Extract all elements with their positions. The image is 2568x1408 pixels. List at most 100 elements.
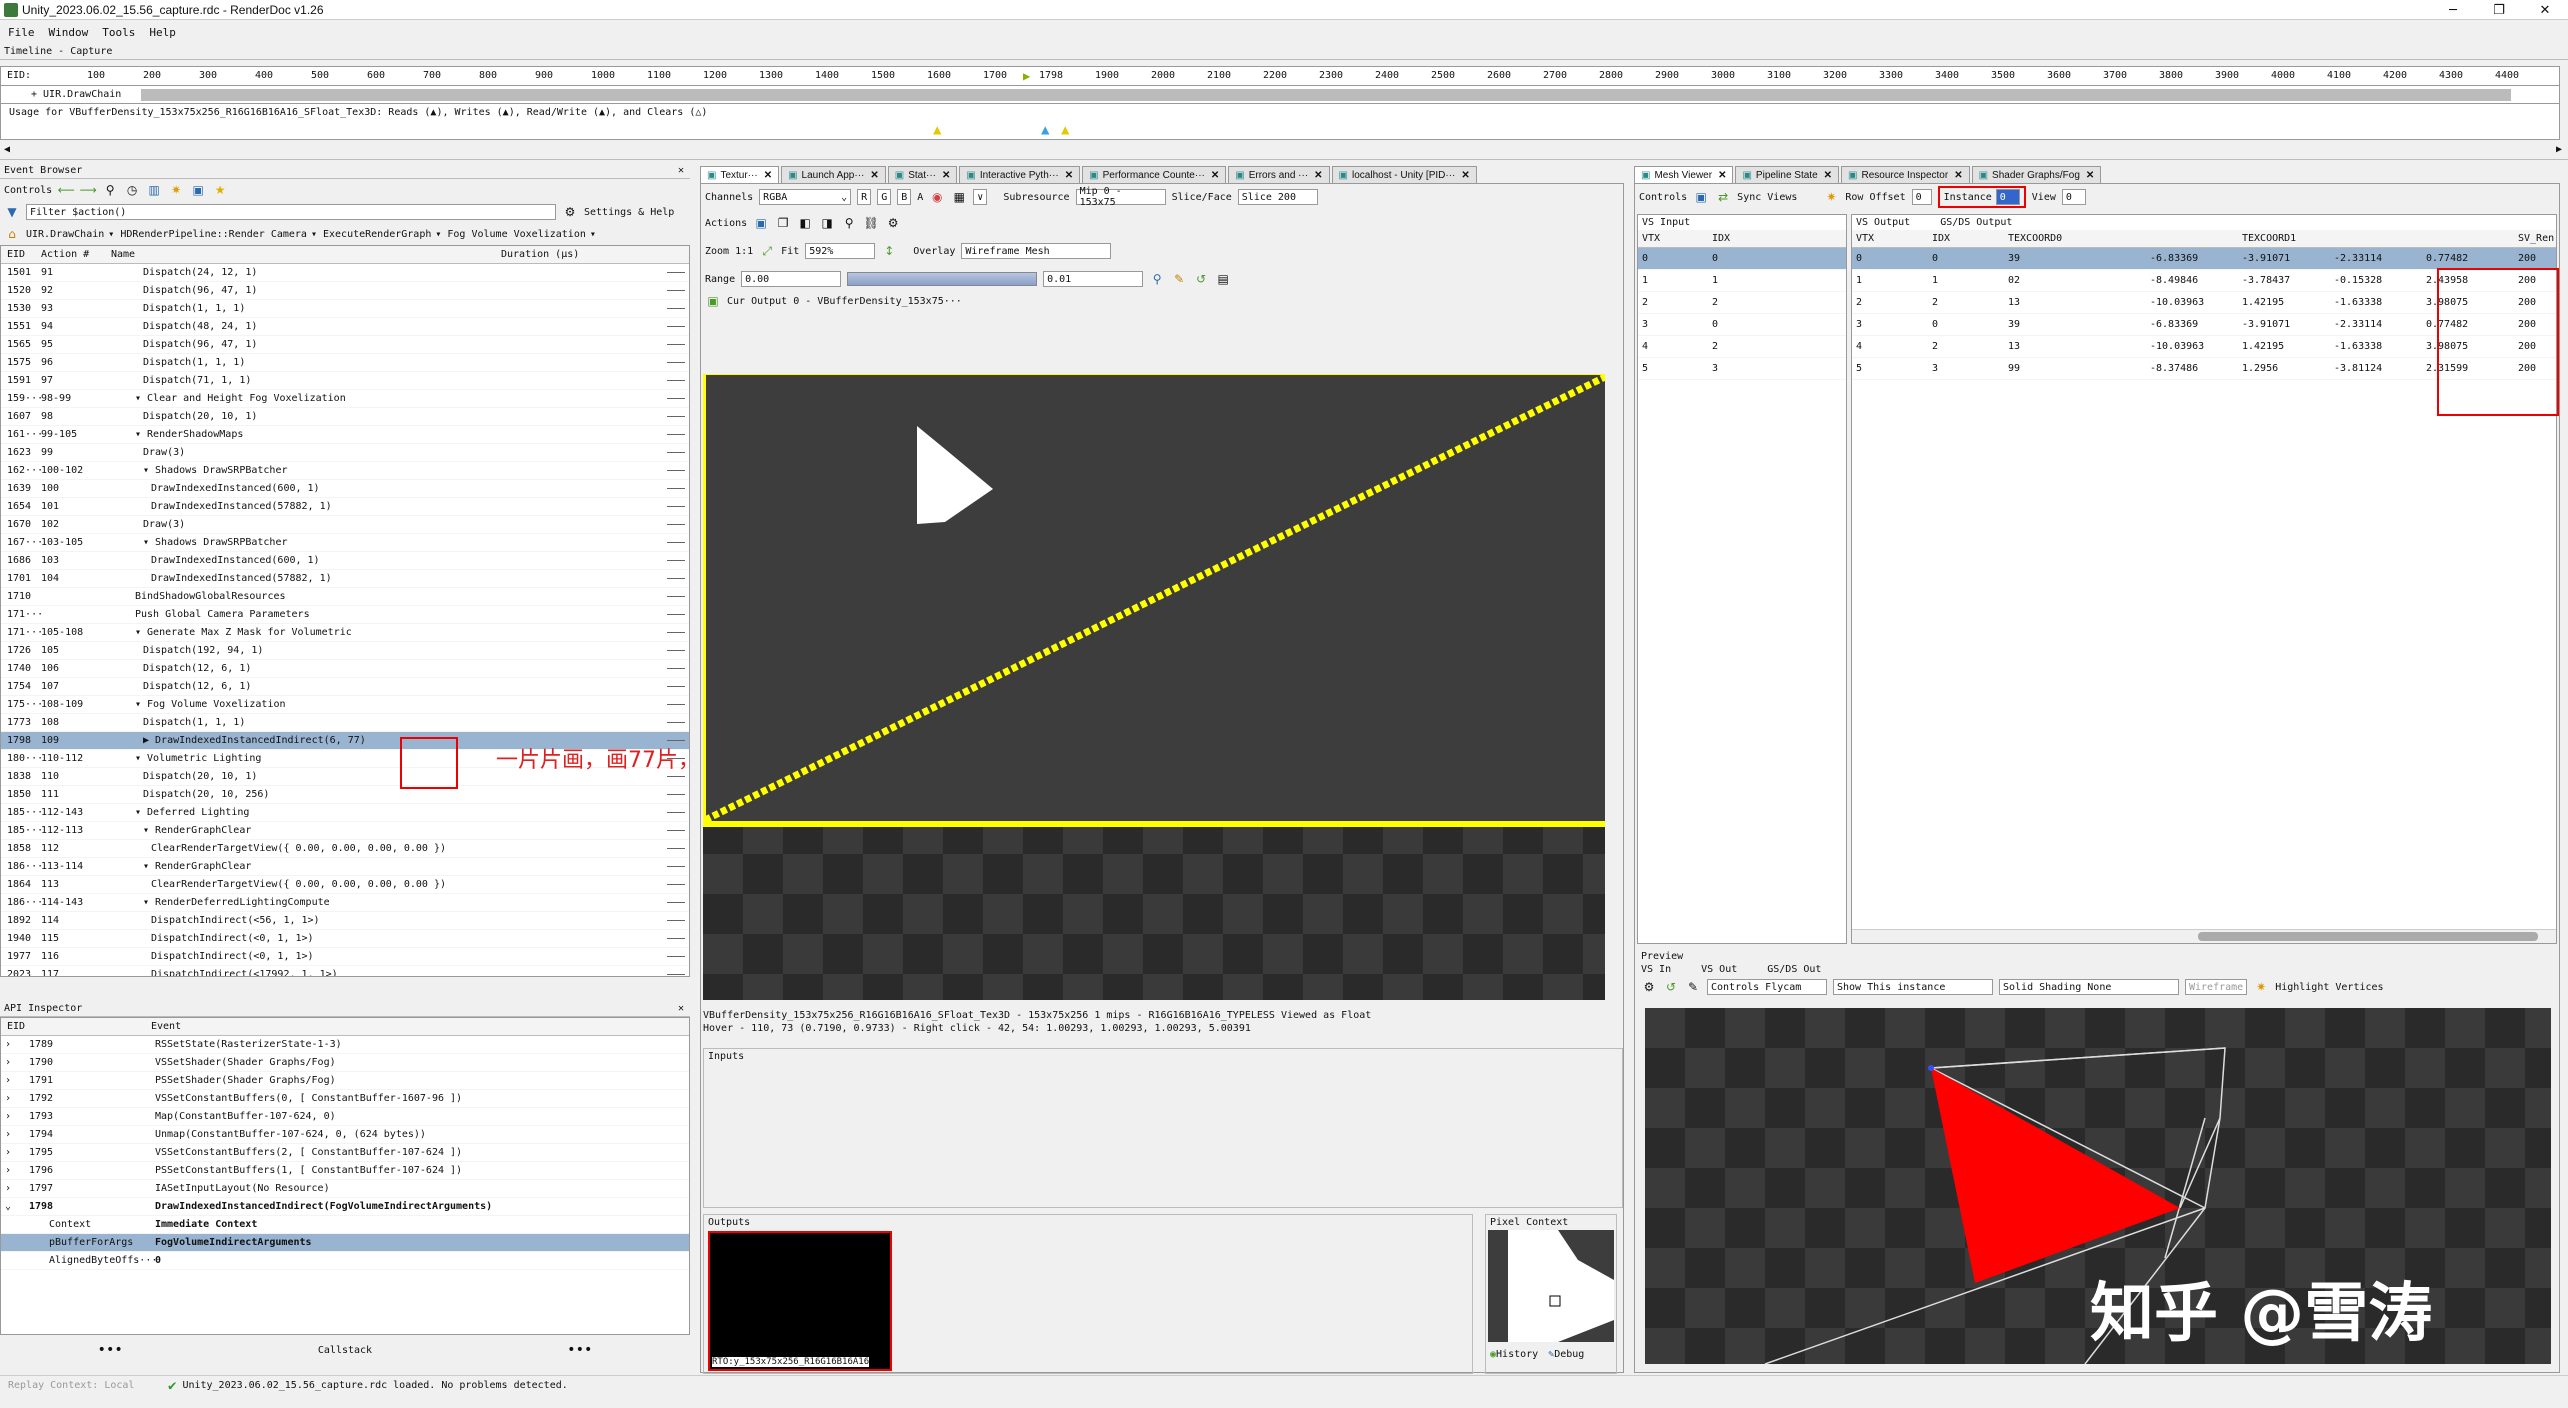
pick-icon[interactable]: ✎ xyxy=(1685,979,1701,995)
vs-output-label[interactable]: VS Output xyxy=(1856,217,1910,228)
view-input[interactable]: 0 xyxy=(2061,189,2086,205)
tab-mesh_viewer-0[interactable]: ▣ Mesh Viewer ✕ xyxy=(1634,166,1734,183)
close-icon[interactable]: ✕ xyxy=(678,165,684,176)
timeline-ruler[interactable]: EID: 100 200 300 400 500 600 700 800 900 1000 1100… xyxy=(0,66,2560,86)
gear-icon[interactable]: ✷ xyxy=(168,182,184,198)
event-row[interactable]: 167··· 103-105 ▾ Shadows DrawSRPBatcher xyxy=(1,534,689,552)
col-name[interactable]: Name xyxy=(111,249,501,260)
maximize-button[interactable]: ❐ xyxy=(2476,0,2522,20)
slice-select[interactable]: Slice 200 xyxy=(1237,189,1318,205)
expand-icon[interactable]: › xyxy=(1,1039,15,1050)
checkerboard-icon[interactable]: ▦ xyxy=(951,189,967,205)
expand-icon[interactable]: › xyxy=(1,1111,15,1122)
event-row[interactable]: 1686 103 DrawIndexedInstanced(600, 1) xyxy=(1,552,689,570)
expand-icon[interactable]: › xyxy=(1,1075,15,1086)
vs-output-row[interactable]: 0 0 39 -6.83369 -3.91071 -2.33114 0.77482 200 xyxy=(1852,248,2556,270)
event-row[interactable]: 1850 111 Dispatch(20, 10, 256) xyxy=(1,786,689,804)
history-button[interactable]: ◉History xyxy=(1490,1349,1538,1360)
close-icon[interactable]: ✕ xyxy=(1824,170,1832,181)
more-icon[interactable]: ••• xyxy=(567,1342,592,1358)
output-thumbnail[interactable]: RTO:y_153x75x256_R16G16B16A16 xyxy=(708,1231,892,1371)
event-row[interactable]: 1623 99 Draw(3) xyxy=(1,444,689,462)
api-row[interactable]: › 1797 IASetInputLayout(No Resource) xyxy=(1,1180,689,1198)
breadcrumb-item[interactable]: UIR.DrawChain ▾ xyxy=(26,229,114,240)
zoom-1to1-button[interactable]: 1:1 xyxy=(735,246,753,257)
col-eid[interactable]: EID xyxy=(1,1021,151,1032)
blue-channel-toggle[interactable]: B xyxy=(897,189,912,205)
highlight-icon[interactable]: ✷ xyxy=(1823,189,1839,205)
event-row[interactable]: 1639 100 DrawIndexedInstanced(600, 1) xyxy=(1,480,689,498)
col-eid[interactable]: EID xyxy=(1,249,41,260)
arrow-right-icon[interactable]: ⟶ xyxy=(80,182,97,198)
tab-mesh_viewer-3[interactable]: ▣ Shader Graphs/Fog ✕ xyxy=(1971,166,2102,183)
tab-texture_viewer-4[interactable]: ▣ Performance Counte··· ✕ xyxy=(1082,166,1227,183)
callstack-toggle[interactable]: Callstack xyxy=(318,1345,372,1356)
show-select[interactable]: Show This instance xyxy=(1833,979,1993,995)
close-icon[interactable]: ✕ xyxy=(1314,170,1322,181)
event-row[interactable]: 1858 112 ClearRenderTargetView({ 0.00, 0.0… xyxy=(1,840,689,858)
tab-vs-out[interactable]: VS Out xyxy=(1701,964,1737,975)
red-channel-toggle[interactable]: R xyxy=(857,189,872,205)
range-max-input[interactable]: 0.01 xyxy=(1043,271,1144,287)
debug-button[interactable]: ✎Debug xyxy=(1548,1349,1584,1360)
expand-icon[interactable]: › xyxy=(1,1129,15,1140)
replay-context[interactable]: Replay Context: Local xyxy=(8,1380,168,1391)
save-icon[interactable]: ▣ xyxy=(1693,189,1709,205)
copy-icon[interactable]: ❐ xyxy=(775,215,791,231)
event-row[interactable]: 1607 98 Dispatch(20, 10, 1) xyxy=(1,408,689,426)
vs-input-row[interactable]: 00 xyxy=(1638,248,1846,270)
scroll-thumb[interactable] xyxy=(2198,932,2538,941)
wand-icon[interactable]: ✎ xyxy=(1171,271,1187,287)
menu-tools[interactable]: Tools xyxy=(102,26,135,39)
more-icon[interactable]: ••• xyxy=(98,1342,123,1358)
tab-texture_viewer-0[interactable]: ▣ Textur··· ✕ xyxy=(700,166,780,183)
event-row[interactable]: 1726 105 Dispatch(192, 94, 1) xyxy=(1,642,689,660)
api-param-row[interactable]: Context Immediate Context xyxy=(1,1216,689,1234)
sync-views-toggle[interactable]: Sync Views xyxy=(1737,192,1797,203)
col-header[interactable]: IDX xyxy=(1928,233,2004,244)
event-row[interactable]: 1565 95 Dispatch(96, 47, 1) xyxy=(1,336,689,354)
pixel-context-view[interactable] xyxy=(1488,1230,1614,1342)
menu-help[interactable]: Help xyxy=(149,26,176,39)
close-icon[interactable]: ✕ xyxy=(678,1003,684,1014)
col-header[interactable]: SV_RenderTarg xyxy=(2514,233,2554,244)
vs-input-row[interactable]: 53 xyxy=(1638,358,1846,380)
reset-icon[interactable]: ↺ xyxy=(1193,271,1209,287)
green-channel-toggle[interactable]: G xyxy=(877,189,892,205)
event-row[interactable]: 161··· 99-105 ▾ RenderShadowMaps xyxy=(1,426,689,444)
api-row[interactable]: ⌄ 1798 DrawIndexedInstancedIndirect(FogVol… xyxy=(1,1198,689,1216)
api-row[interactable]: › 1794 Unmap(ConstantBuffer-107-624, 0, (6… xyxy=(1,1126,689,1144)
event-row[interactable]: 1940 115 DispatchIndirect(<0, 1, 1>) xyxy=(1,930,689,948)
texture-canvas[interactable] xyxy=(700,369,1613,1000)
current-event-marker-icon[interactable]: ▶ xyxy=(1023,69,1030,83)
event-row[interactable]: 1773 108 Dispatch(1, 1, 1) xyxy=(1,714,689,732)
api-param-row[interactable]: pBufferForArgs FogVolumeIndirectArguments xyxy=(1,1234,689,1252)
wireframe-toggle[interactable]: Wireframe xyxy=(2185,979,2248,995)
close-icon[interactable]: ✕ xyxy=(1954,170,1962,181)
close-icon[interactable]: ✕ xyxy=(1211,170,1219,181)
event-row[interactable]: 1501 91 Dispatch(24, 12, 1) xyxy=(1,264,689,282)
vs-input-row[interactable]: 42 xyxy=(1638,336,1846,358)
home-icon[interactable]: ⌂ xyxy=(4,226,20,242)
expand-icon[interactable]: › xyxy=(1,1165,15,1176)
event-row[interactable]: 185··· 112-113 ▾ RenderGraphClear xyxy=(1,822,689,840)
fit-button[interactable]: Fit xyxy=(781,246,799,257)
arrow-left-icon[interactable]: ⟵ xyxy=(58,182,75,198)
scroll-left-icon[interactable]: ◀ xyxy=(4,144,10,155)
close-icon[interactable]: ✕ xyxy=(1065,170,1073,181)
tab-texture_viewer-2[interactable]: ▣ Stat··· ✕ xyxy=(887,166,958,183)
timeline-scrollbar[interactable]: ◀ ▶ xyxy=(0,142,2568,160)
camera-select[interactable]: Controls Flycam xyxy=(1707,979,1827,995)
settings-gear-icon[interactable]: ⚙ xyxy=(562,204,578,220)
tab-vs-in[interactable]: VS In xyxy=(1641,964,1671,975)
flip-toggle[interactable]: ∨ xyxy=(973,189,988,205)
col-duration[interactable]: Duration (µs) xyxy=(501,249,579,260)
col-action[interactable]: Action # xyxy=(41,249,111,260)
binoculars-icon[interactable]: ⚲ xyxy=(102,182,118,198)
goto-icon[interactable]: ◨ xyxy=(819,215,835,231)
scroll-right-icon[interactable]: ▶ xyxy=(2556,144,2562,155)
save-icon[interactable]: ▣ xyxy=(190,182,206,198)
row-offset-input[interactable]: 0 xyxy=(1911,189,1932,205)
event-row[interactable]: 1864 113 ClearRenderTargetView({ 0.00, 0.0… xyxy=(1,876,689,894)
drawchain-label[interactable]: + UIR.DrawChain xyxy=(31,89,121,100)
